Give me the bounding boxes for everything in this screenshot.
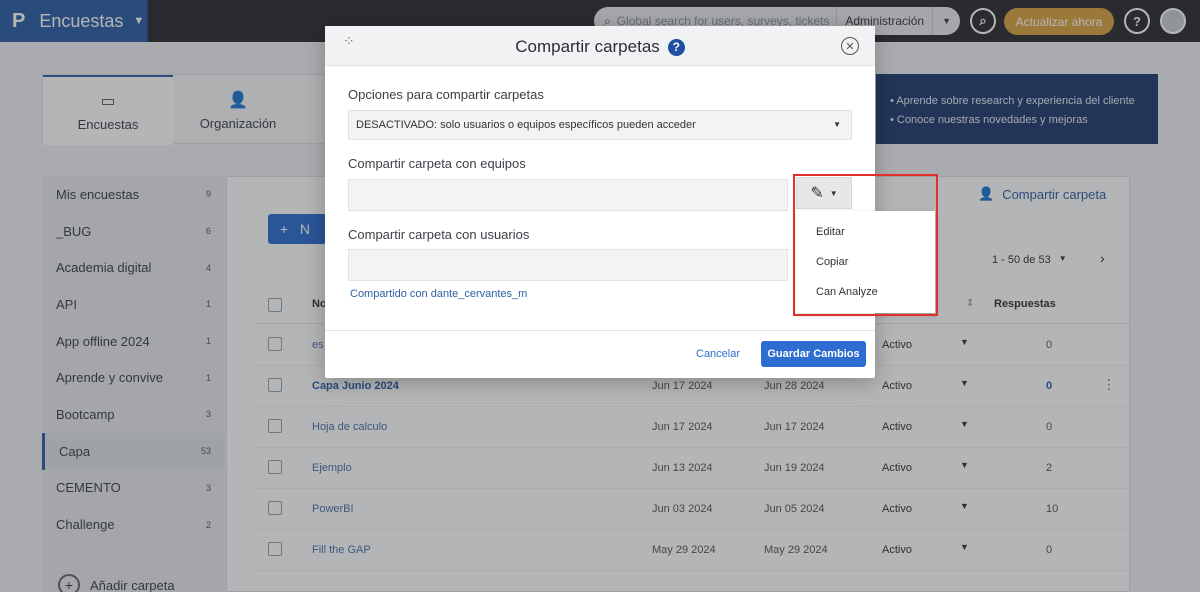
dialog-title-text: Compartir carpetas <box>515 37 660 56</box>
close-icon[interactable]: ✕ <box>841 37 859 55</box>
share-folders-dialog: ⁘ Compartir carpetas? ✕ Opciones para co… <box>325 26 875 378</box>
sharing-options-value: DESACTIVADO: solo usuarios o equipos esp… <box>356 119 696 131</box>
share-users-input[interactable] <box>348 249 788 281</box>
permission-dropdown-button[interactable]: ✎ ▼ <box>796 177 852 209</box>
permission-menu: Editar Copiar Can Analyze <box>796 211 935 313</box>
dialog-footer-divider <box>325 330 875 331</box>
menu-item-copiar[interactable]: Copiar <box>796 247 935 277</box>
chevron-down-icon: ▼ <box>833 120 841 129</box>
share-users-label: Compartir carpeta con usuarios <box>348 227 530 242</box>
share-teams-input[interactable] <box>348 179 788 211</box>
share-teams-label: Compartir carpeta con equipos <box>348 156 526 171</box>
dialog-header: ⁘ Compartir carpetas? ✕ <box>325 26 875 66</box>
pencil-icon: ✎ <box>810 185 824 202</box>
shared-with-link[interactable]: Compartido con dante_cervantes_m <box>350 288 527 300</box>
help-icon[interactable]: ? <box>667 38 685 56</box>
menu-item-editar[interactable]: Editar <box>796 217 935 247</box>
save-changes-button[interactable]: Guardar Cambios <box>761 341 866 367</box>
sharing-options-select[interactable]: DESACTIVADO: solo usuarios o equipos esp… <box>348 110 852 140</box>
dialog-title: Compartir carpetas? <box>325 37 875 57</box>
sharing-options-label: Opciones para compartir carpetas <box>348 87 544 102</box>
menu-item-can-analyze[interactable]: Can Analyze <box>796 277 935 307</box>
cancel-button[interactable]: Cancelar <box>696 348 740 360</box>
chevron-down-icon: ▼ <box>829 188 838 198</box>
